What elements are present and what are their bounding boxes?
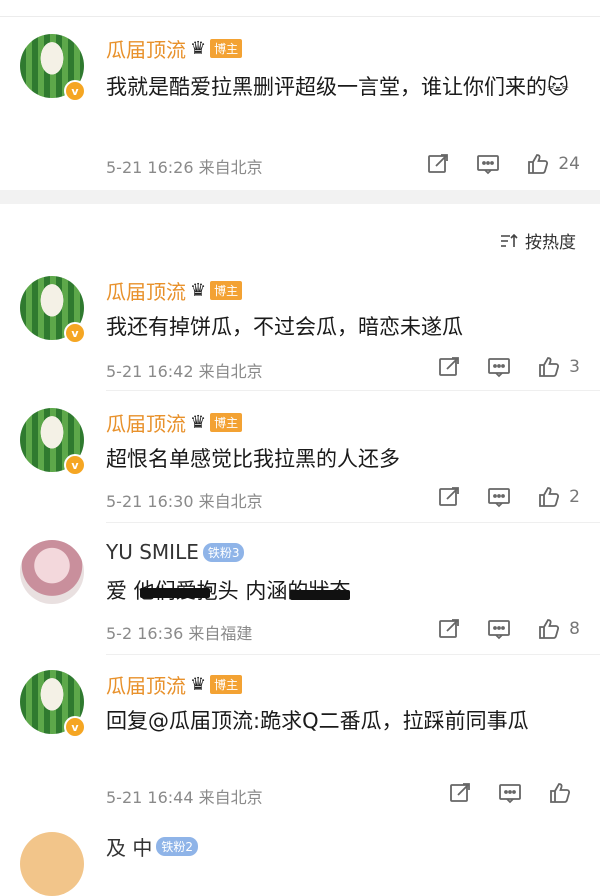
verified-icon: v	[64, 80, 86, 102]
comment-meta: 5-2 16:36 来自福建	[106, 620, 252, 644]
comment-text: 我就是酷爱拉黑删评超级一言堂，谁让你们来的🐱	[106, 70, 576, 104]
comment-time: 5-2 16:36	[106, 624, 184, 643]
sort-icon	[501, 233, 518, 247]
comment-meta: 5-21 16:26 来自北京	[106, 154, 263, 178]
comment-icon[interactable]	[476, 152, 500, 176]
divider	[106, 522, 600, 523]
username-text[interactable]: 瓜届顶流	[106, 408, 186, 437]
comment-actions: 24	[426, 152, 580, 176]
share-icon[interactable]	[448, 781, 472, 805]
like-button[interactable]: 24	[526, 152, 580, 176]
verified-icon: v	[64, 454, 86, 476]
username[interactable]: 瓜届顶流 ♛ 博主	[106, 276, 243, 305]
comment-text-body: 我就是酷爱拉黑删评超级一言堂，谁让你们来的	[106, 75, 547, 99]
comment-actions: 8	[437, 617, 580, 641]
divider	[106, 654, 600, 655]
comment-actions: 2	[437, 485, 580, 509]
fan-badge: 铁粉3	[202, 542, 245, 562]
like-icon	[528, 154, 549, 174]
verified-icon: v	[64, 716, 86, 738]
username-text[interactable]: 瓜届顶流	[106, 276, 186, 305]
avatar[interactable]	[20, 832, 84, 896]
share-icon[interactable]	[426, 152, 450, 176]
username-text[interactable]: 瓜届顶流	[106, 34, 186, 63]
comment-time: 5-21 16:44	[106, 788, 194, 807]
comment-icon[interactable]	[487, 355, 511, 379]
comment-text: 超恨名单感觉比我拉黑的人还多	[106, 447, 400, 471]
comment-text: 我还有掉饼瓜，不过会瓜，暗恋未遂瓜	[106, 315, 463, 339]
comment-icon[interactable]	[487, 485, 511, 509]
sort-label: 按热度	[525, 233, 576, 253]
verified-icon: v	[64, 322, 86, 344]
sort-button[interactable]: 按热度	[499, 228, 576, 253]
comment-location: 来自北京	[198, 788, 263, 807]
like-button[interactable]: 2	[537, 485, 580, 509]
username[interactable]: 瓜届顶流 ♛ 博主	[106, 670, 243, 699]
like-icon	[539, 487, 560, 507]
username[interactable]: YU SMILE 铁粉3	[106, 540, 245, 564]
like-count: 24	[558, 154, 580, 174]
like-icon	[539, 619, 560, 639]
crown-icon: ♛	[190, 38, 207, 59]
redaction-mark	[290, 590, 350, 600]
like-count: 3	[569, 357, 580, 377]
username-text[interactable]: 瓜届顶流	[106, 670, 186, 699]
username-text[interactable]: YU SMILE	[106, 540, 199, 564]
host-badge: 博主	[210, 675, 243, 694]
like-button[interactable]: 3	[537, 355, 580, 379]
username[interactable]: 瓜届顶流 ♛ 博主	[106, 408, 243, 437]
username[interactable]: 瓜届顶流 ♛ 博主	[106, 34, 243, 63]
divider	[106, 390, 600, 391]
like-button[interactable]: 8	[537, 617, 580, 641]
comment-time: 5-21 16:26	[106, 158, 194, 177]
username[interactable]: 及 中 铁粉2	[106, 832, 198, 861]
like-icon	[550, 783, 571, 803]
share-icon[interactable]	[437, 485, 461, 509]
host-badge: 博主	[210, 281, 243, 300]
like-icon	[539, 357, 560, 377]
host-badge: 博主	[210, 39, 243, 58]
cat-emoji-icon: 🐱	[547, 75, 569, 99]
comment-actions	[448, 781, 580, 805]
comment-location: 来自福建	[188, 624, 253, 643]
fan-badge: 铁粉2	[156, 837, 198, 856]
comment-icon[interactable]	[498, 781, 522, 805]
redaction-mark	[140, 588, 210, 598]
share-icon[interactable]	[437, 355, 461, 379]
comment-time: 5-21 16:42	[106, 362, 194, 381]
crown-icon: ♛	[190, 412, 207, 433]
like-count: 8	[569, 619, 580, 639]
comment-time: 5-21 16:30	[106, 492, 194, 511]
comment-text: 回复@瓜届顶流:跪求Q二番瓜，拉踩前同事瓜	[106, 709, 529, 733]
like-button[interactable]	[548, 781, 580, 805]
comment-meta: 5-21 16:44 来自北京	[106, 784, 263, 808]
share-icon[interactable]	[437, 617, 461, 641]
like-count: 2	[569, 487, 580, 507]
comment-location: 来自北京	[198, 492, 263, 511]
comment-icon[interactable]	[487, 617, 511, 641]
crown-icon: ♛	[190, 280, 207, 301]
crown-icon: ♛	[190, 674, 207, 695]
avatar[interactable]	[20, 540, 84, 604]
section-gap	[0, 190, 600, 204]
host-badge: 博主	[210, 413, 243, 432]
comment-meta: 5-21 16:42 来自北京	[106, 358, 263, 382]
top-divider	[0, 16, 600, 17]
comment-location: 来自北京	[198, 362, 263, 381]
comment-actions: 3	[437, 355, 580, 379]
username-text[interactable]: 及 中	[106, 832, 152, 861]
comment-meta: 5-21 16:30 来自北京	[106, 488, 263, 512]
comment-location: 来自北京	[198, 158, 263, 177]
